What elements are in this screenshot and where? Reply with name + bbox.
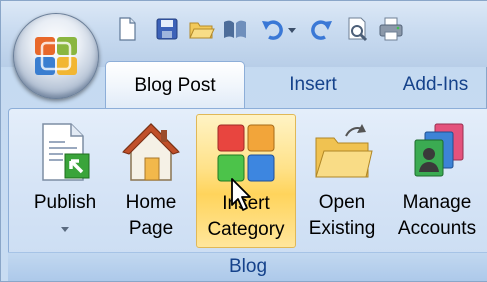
- undo-icon[interactable]: [259, 15, 287, 43]
- publish-label: Publish: [33, 192, 97, 213]
- open-folder-icon: [315, 124, 373, 178]
- insert-category-line2: Category: [207, 219, 285, 240]
- open-existing-line2: Existing: [308, 218, 376, 239]
- ribbon-group-label: Blog: [8, 252, 487, 281]
- publish-dropdown-icon[interactable]: [23, 226, 107, 234]
- accounts-icon: [414, 123, 464, 177]
- publish-button[interactable]: Publish: [23, 114, 107, 248]
- publish-icon: [42, 123, 90, 181]
- print-preview-icon[interactable]: [343, 15, 371, 43]
- home-page-line2: Page: [128, 218, 174, 239]
- manage-accounts-label: Manage Accounts: [389, 190, 485, 242]
- save-icon[interactable]: [153, 15, 181, 43]
- open-existing-button[interactable]: Open Existing: [301, 114, 383, 248]
- mouse-cursor-icon: [231, 178, 251, 211]
- tab-insert[interactable]: Insert: [263, 61, 363, 109]
- category-icon: [217, 124, 275, 182]
- open-existing-line1: Open: [318, 192, 366, 213]
- redo-icon[interactable]: [307, 15, 335, 43]
- open-icon[interactable]: [187, 15, 215, 43]
- tab-add-ins[interactable]: Add-Ins: [383, 61, 487, 109]
- manage-accounts-line2: Accounts: [397, 218, 477, 239]
- print-icon[interactable]: [377, 15, 405, 43]
- new-icon[interactable]: [113, 15, 141, 43]
- office-button[interactable]: [13, 13, 99, 99]
- home-page-line1: Home: [125, 192, 177, 213]
- application-window: Blog Post Insert Add-Ins Publish Home Pa…: [0, 0, 487, 282]
- home-page-label: Home Page: [115, 190, 187, 242]
- tab-blog-post[interactable]: Blog Post: [105, 61, 245, 110]
- book-icon[interactable]: [221, 15, 249, 43]
- office-logo-icon: [35, 37, 77, 75]
- undo-dropdown-icon[interactable]: [285, 15, 299, 43]
- open-existing-label: Open Existing: [301, 190, 383, 242]
- manage-accounts-line1: Manage: [402, 192, 472, 213]
- home-page-button[interactable]: Home Page: [115, 114, 187, 248]
- manage-accounts-button[interactable]: Manage Accounts: [389, 114, 485, 248]
- home-icon: [122, 122, 180, 181]
